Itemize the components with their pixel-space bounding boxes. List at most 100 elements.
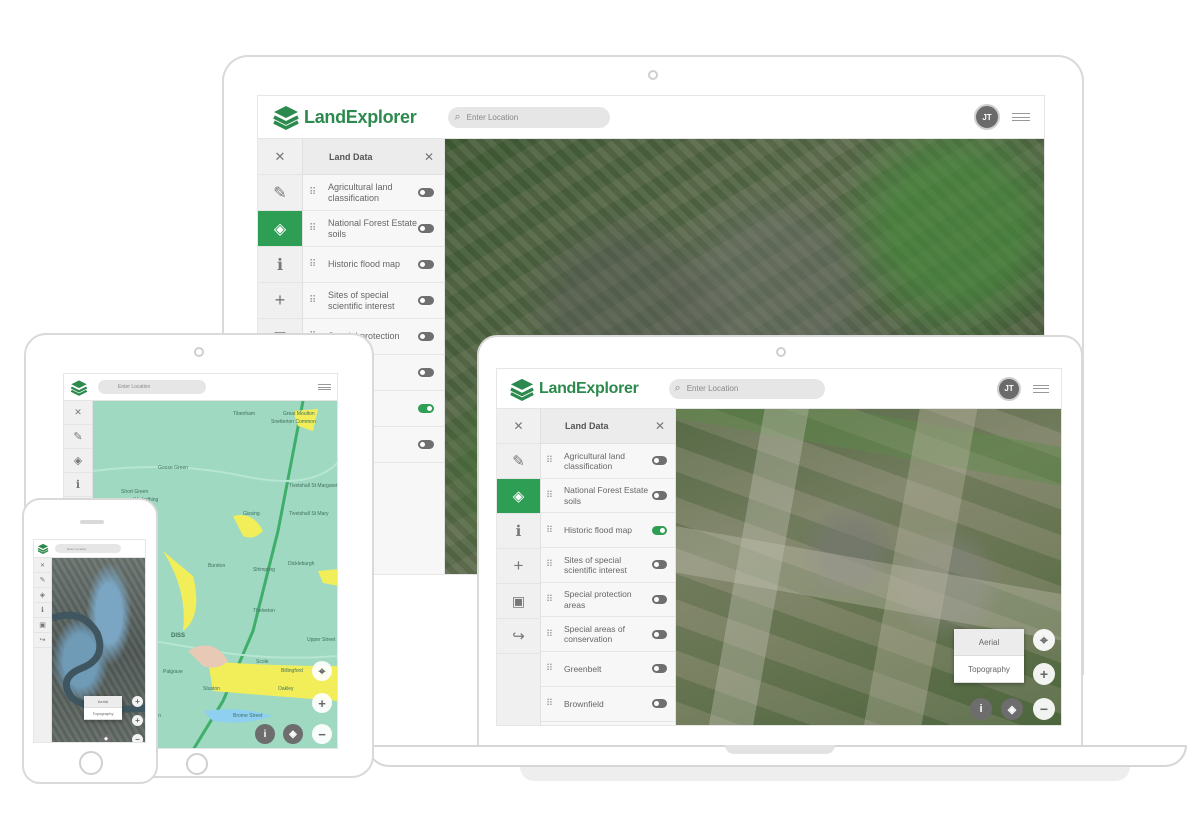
layer-row[interactable]: ⠿ Agricultural land classification (303, 175, 444, 211)
drag-handle-icon[interactable]: ⠿ (546, 663, 564, 674)
phone-home-button[interactable] (79, 751, 103, 775)
info-tool-button[interactable]: ℹ (497, 514, 540, 549)
locate-button[interactable]: ⌖ (1033, 629, 1055, 651)
layer-row[interactable]: ⠿ Special areas of conservation (541, 617, 675, 653)
close-tool-button[interactable]: ✕ (34, 558, 51, 573)
drag-handle-icon[interactable]: ⠿ (309, 187, 328, 198)
basemap-option-aerial[interactable]: Aerial (84, 696, 122, 708)
draw-tool-button[interactable]: ✎ (34, 573, 51, 588)
user-avatar[interactable]: JT (974, 104, 1000, 130)
drag-handle-icon[interactable]: ⠿ (309, 295, 328, 306)
drag-handle-icon[interactable]: ⠿ (309, 223, 328, 234)
layer-toggle[interactable] (652, 456, 667, 466)
zoom-in-button[interactable]: + (312, 693, 332, 713)
search-input[interactable]: Enter Location (98, 380, 206, 394)
layer-toggle[interactable] (652, 664, 667, 674)
menu-icon[interactable] (1012, 113, 1030, 121)
layer-row[interactable]: ⠿ Sites of special scientific interest (303, 283, 444, 319)
phone-map-flood[interactable]: Aerial Topography + + ◈ − (52, 558, 145, 742)
layer-toggle[interactable] (652, 629, 667, 639)
menu-icon[interactable] (1033, 384, 1049, 393)
search-input[interactable]: ⌕ Enter Location (448, 106, 611, 128)
menu-icon[interactable] (318, 384, 331, 390)
draw-tool-button[interactable]: ✎ (258, 175, 302, 211)
zoom-out-button[interactable]: − (312, 724, 332, 744)
layer-row[interactable]: ⠿ National Forest Estate soils (541, 479, 675, 514)
layer-toggle[interactable] (418, 332, 434, 341)
add-tool-button[interactable]: + (497, 549, 540, 584)
drag-handle-icon[interactable]: ⠿ (309, 259, 328, 270)
info-button[interactable]: i (970, 698, 992, 720)
info-button[interactable]: i (255, 724, 275, 744)
zoom-out-button[interactable]: − (1033, 698, 1055, 720)
basemap-option-topography[interactable]: Topography (84, 708, 122, 720)
drag-handle-icon[interactable]: ⠿ (546, 490, 564, 501)
share-tool-button[interactable]: ↪ (497, 619, 540, 654)
layer-toggle[interactable] (652, 491, 667, 501)
drag-handle-icon[interactable]: ⠿ (546, 455, 564, 466)
basemap-option-aerial[interactable]: Aerial (954, 629, 1024, 656)
close-tool-button[interactable]: ✕ (497, 409, 540, 444)
share-tool-button[interactable]: ↪ (34, 633, 51, 648)
tablet-home-button[interactable] (186, 753, 208, 775)
logo-icon[interactable] (70, 379, 88, 396)
layer-row[interactable]: ⠿ National Forest Estate soils (303, 211, 444, 247)
layer-row[interactable]: ⠿ Special protection areas (541, 583, 675, 618)
add-tool-button[interactable]: + (258, 283, 302, 319)
search-input[interactable]: ⌕ Enter Location (668, 378, 825, 399)
layer-toggle[interactable] (418, 440, 434, 449)
layer-row[interactable]: ⠿ Greenbelt (541, 652, 675, 687)
layer-row[interactable]: ⠿ Historic flood map (303, 247, 444, 283)
draw-tool-button[interactable]: ✎ (64, 425, 92, 449)
save-tool-button[interactable]: ▣ (34, 618, 51, 633)
zoom-out-button[interactable]: − (132, 734, 143, 742)
search-input[interactable]: Enter Location (55, 544, 121, 553)
drag-handle-icon[interactable]: ⠿ (546, 629, 564, 640)
layer-row[interactable]: ⠿ Historic flood map (541, 513, 675, 549)
layers-tool-button[interactable]: ◈ (34, 588, 51, 603)
info-tool-button[interactable]: ℹ (34, 603, 51, 618)
brand-logo[interactable]: LandExplorer (509, 377, 639, 401)
layer-toggle[interactable] (418, 260, 434, 269)
close-icon[interactable]: ✕ (424, 150, 434, 164)
small-map-aerial[interactable]: Aerial Topography ⌖ + i ◈ − (676, 409, 1061, 725)
layers-button[interactable]: ◈ (283, 724, 303, 744)
close-tool-button[interactable]: ✕ (64, 401, 92, 425)
layer-toggle[interactable] (652, 560, 667, 570)
minus-icon: − (1039, 701, 1049, 717)
locate-button[interactable]: + (132, 715, 143, 726)
layer-row[interactable]: ⠿ Agricultural land classification (541, 444, 675, 479)
close-tool-button[interactable]: ✕ (258, 139, 302, 175)
zoom-in-button[interactable]: + (132, 696, 143, 707)
basemap-option-topography[interactable]: Topography (954, 656, 1024, 683)
drag-handle-icon[interactable]: ⠿ (546, 525, 564, 536)
layer-toggle[interactable] (652, 699, 667, 709)
layers-button[interactable]: ◈ (101, 734, 111, 742)
layers-tool-button[interactable]: ◈ (64, 449, 92, 473)
info-tool-button[interactable]: ℹ (258, 247, 302, 283)
info-tool-button[interactable]: ℹ (64, 473, 92, 497)
layers-button[interactable]: ◈ (1001, 698, 1023, 720)
layers-tool-button[interactable]: ◈ (497, 479, 540, 514)
locate-button[interactable]: ⌖ (312, 661, 332, 681)
drag-handle-icon[interactable]: ⠿ (546, 559, 564, 570)
user-avatar[interactable]: JT (997, 376, 1021, 401)
close-icon[interactable]: ✕ (655, 419, 665, 433)
layer-toggle[interactable] (652, 595, 667, 605)
draw-tool-button[interactable]: ✎ (497, 444, 540, 479)
layer-row[interactable]: ⠿ Sites of special scientific interest (541, 548, 675, 583)
layer-toggle[interactable] (418, 368, 434, 377)
zoom-in-button[interactable]: + (1033, 663, 1055, 685)
layer-toggle[interactable] (652, 525, 667, 535)
brand-logo[interactable]: LandExplorer (272, 104, 417, 130)
layer-toggle[interactable] (418, 224, 434, 233)
save-tool-button[interactable]: ▣ (497, 584, 540, 619)
layer-toggle[interactable] (418, 296, 434, 305)
drag-handle-icon[interactable]: ⠿ (546, 594, 564, 605)
logo-icon[interactable] (37, 543, 49, 554)
layer-row[interactable]: ⠿ Brownfield (541, 687, 675, 722)
layer-toggle[interactable] (418, 404, 434, 413)
drag-handle-icon[interactable]: ⠿ (546, 698, 564, 709)
layer-toggle[interactable] (418, 188, 434, 197)
layers-tool-button[interactable]: ◈ (258, 211, 302, 247)
